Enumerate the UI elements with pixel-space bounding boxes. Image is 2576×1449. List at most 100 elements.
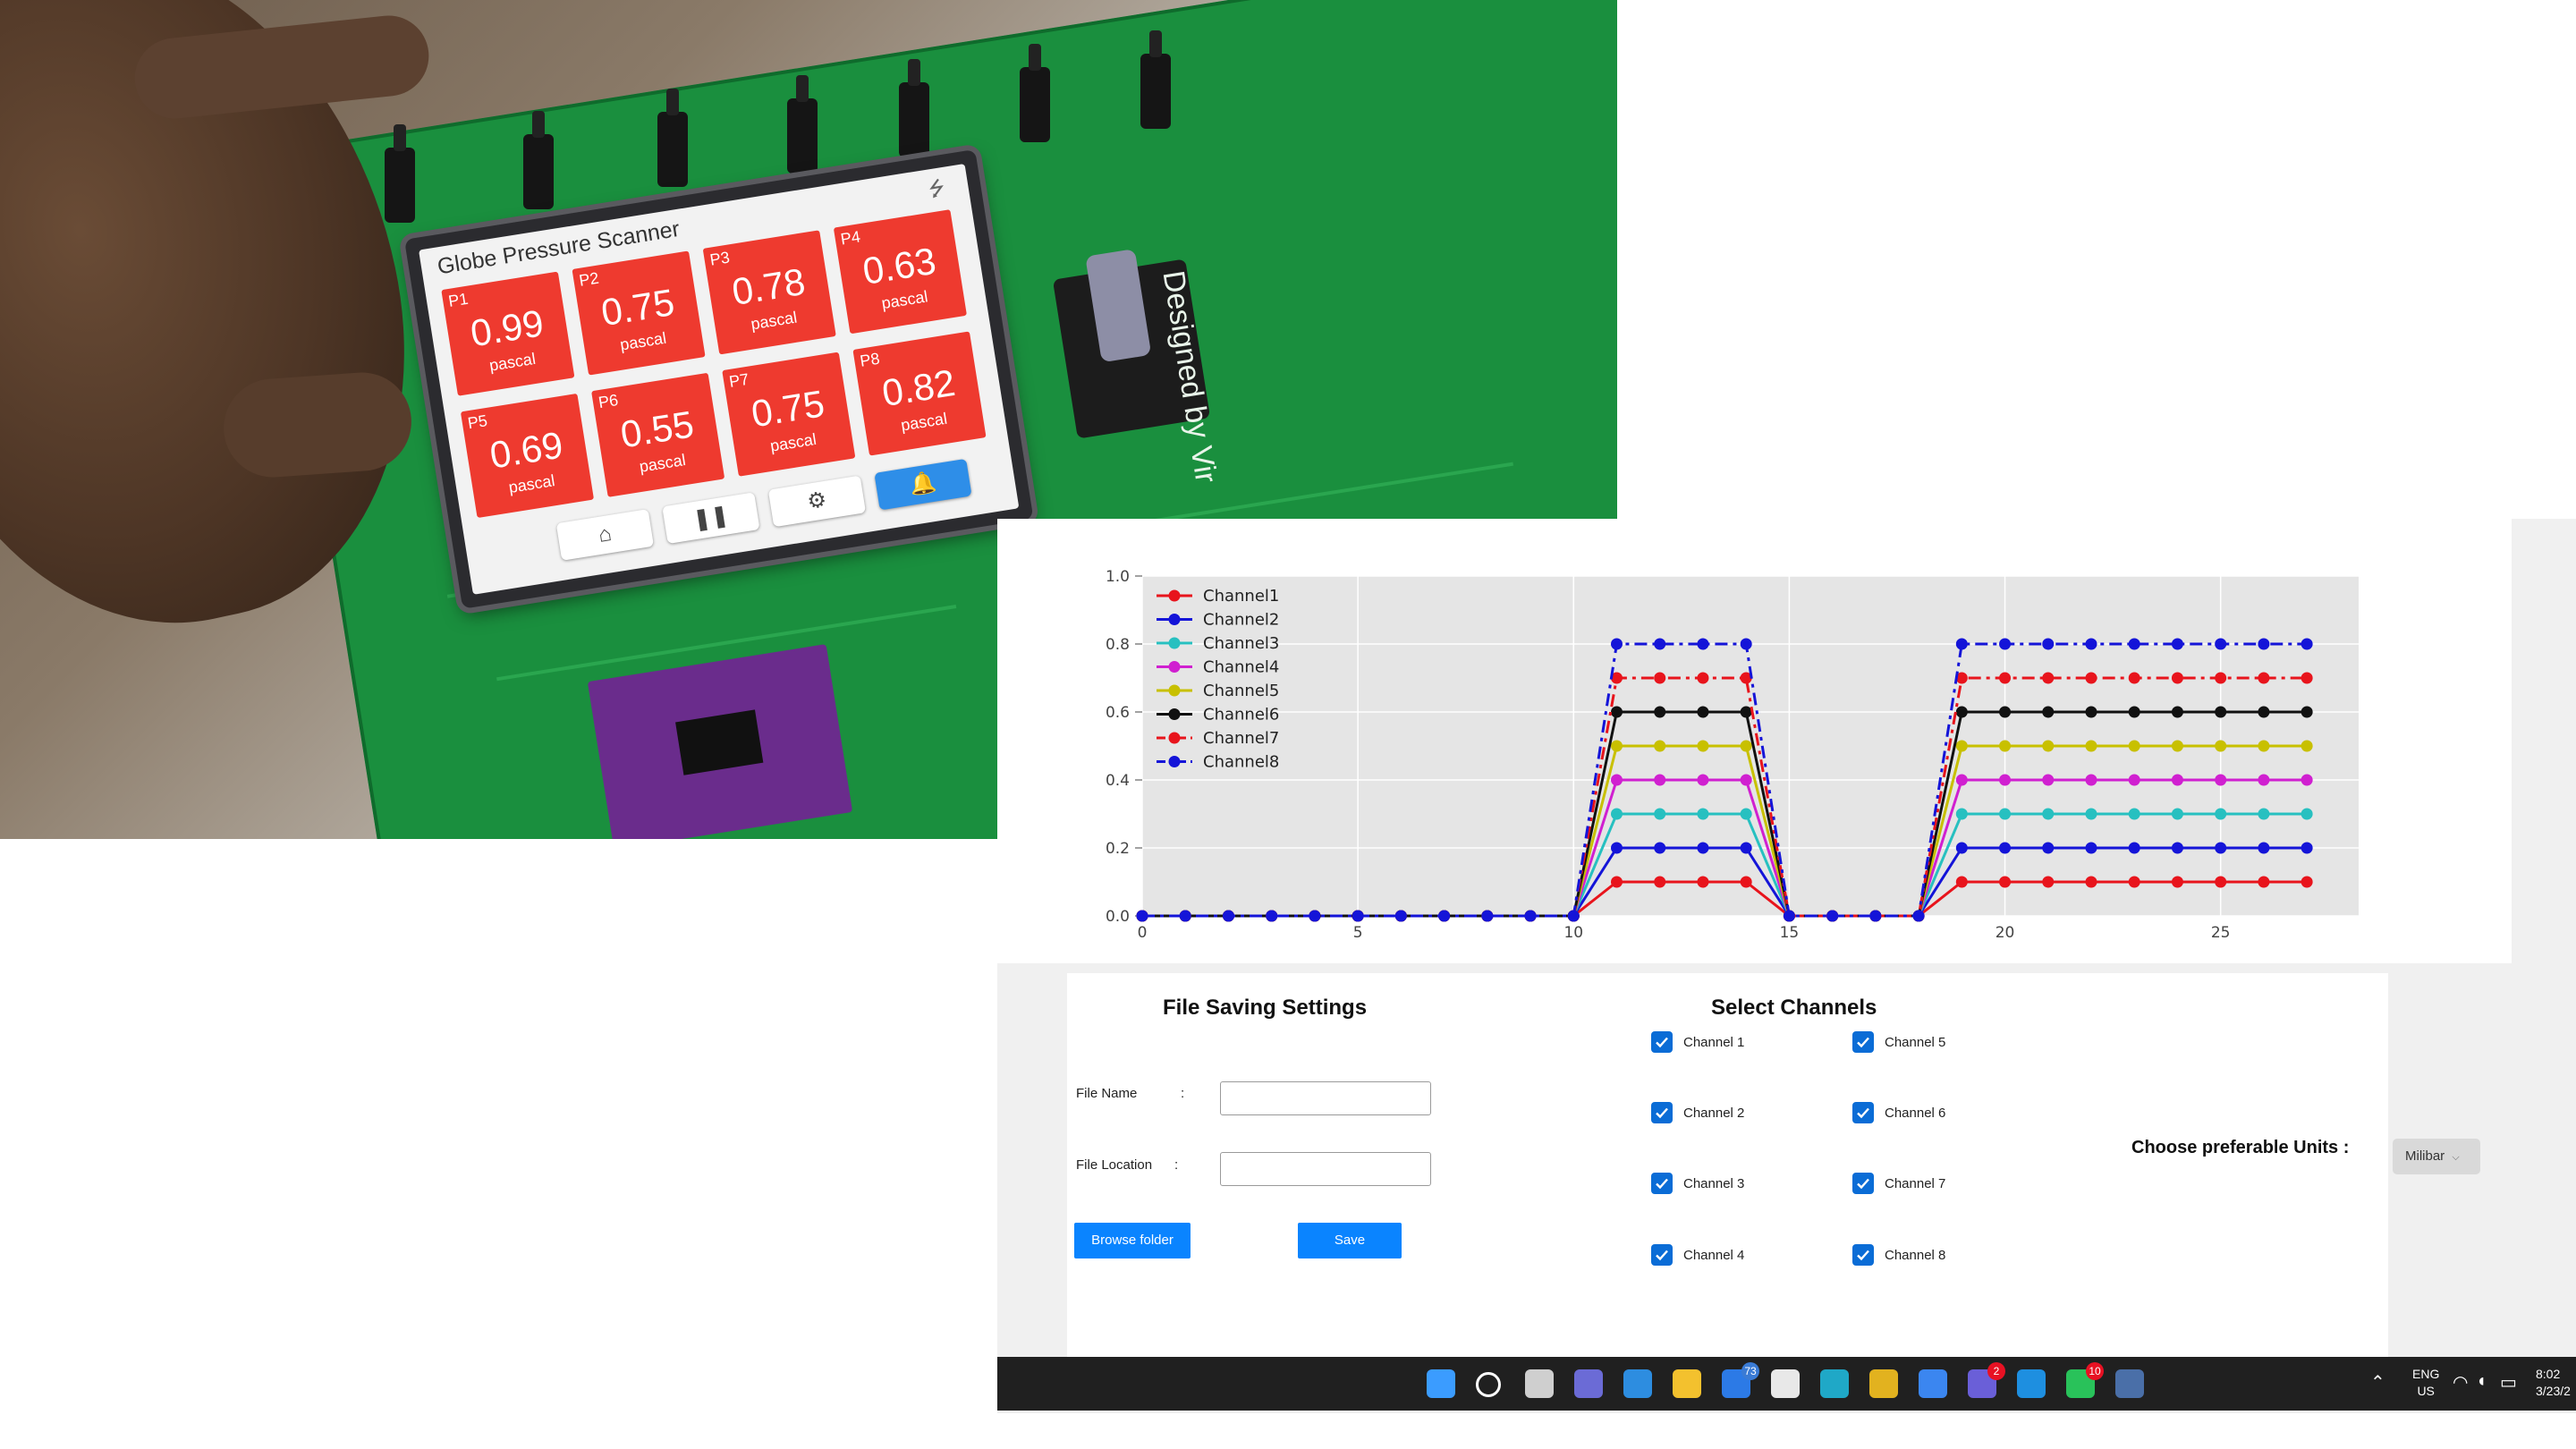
tile-label: P1 xyxy=(446,289,470,310)
data-point xyxy=(2085,842,2097,854)
y-tick-label: 0.2 xyxy=(1106,840,1130,858)
data-point xyxy=(1955,876,1968,888)
units-selected-value: Milibar xyxy=(2405,1148,2445,1164)
data-point xyxy=(2128,774,2140,786)
task-view-icon[interactable] xyxy=(1525,1369,1554,1398)
data-point xyxy=(2258,808,2270,820)
notification-badge: 2 xyxy=(1987,1362,2005,1380)
save-button[interactable]: Save xyxy=(1298,1223,1402,1258)
data-point xyxy=(1610,808,1623,820)
channel-4-checkbox[interactable]: Channel 4 xyxy=(1651,1244,1744,1266)
edge-icon[interactable] xyxy=(1820,1369,1849,1398)
checkbox-checked-icon[interactable] xyxy=(1651,1244,1673,1266)
x-tick-label: 5 xyxy=(1353,924,1363,942)
checkbox-checked-icon[interactable] xyxy=(1852,1173,1874,1194)
data-point xyxy=(2258,774,2270,786)
data-point xyxy=(2215,808,2227,820)
pressure-tile: P3 0.78 pascal xyxy=(702,230,836,355)
battery-icon[interactable]: ▭ xyxy=(2500,1371,2517,1394)
notes-icon[interactable]: 73 xyxy=(1722,1362,1759,1398)
channel-line-chart: 0 5 10 15 20 25 0.0 0.2 0.4 0.6 0.8 1.0 Channel1 Chan… xyxy=(1106,568,2359,942)
x-tick-label: 25 xyxy=(2211,924,2231,942)
data-point xyxy=(2085,638,2097,650)
legend-marker xyxy=(1168,756,1181,767)
notification-badge: 73 xyxy=(1741,1362,1759,1380)
start-icon[interactable] xyxy=(1427,1369,1455,1398)
mail-icon[interactable] xyxy=(1623,1369,1652,1398)
data-point xyxy=(1654,808,1666,820)
data-point xyxy=(2301,876,2313,888)
data-point xyxy=(2258,638,2270,650)
file-name-label: File Name xyxy=(1076,1086,1138,1101)
pressure-sensor-port xyxy=(899,59,929,157)
tile-label: P3 xyxy=(708,248,732,269)
data-point xyxy=(1352,910,1364,922)
data-point xyxy=(2171,876,2183,888)
volume-icon[interactable]: ◖ xyxy=(2476,1371,2487,1392)
teams-icon[interactable]: 2 xyxy=(1968,1362,2005,1398)
checkbox-checked-icon[interactable] xyxy=(1651,1173,1673,1194)
file-location-input[interactable] xyxy=(1220,1152,1431,1186)
checkbox-checked-icon[interactable] xyxy=(1852,1244,1874,1266)
legend-marker xyxy=(1168,589,1181,602)
channel-label: Channel 6 xyxy=(1885,1105,1946,1121)
data-point xyxy=(2128,876,2140,888)
data-point xyxy=(2301,740,2313,752)
browse-folder-button[interactable]: Browse folder xyxy=(1074,1223,1191,1258)
data-point xyxy=(1697,774,1709,786)
vscode-icon[interactable] xyxy=(2017,1369,2046,1398)
language-indicator[interactable]: ENG US xyxy=(2412,1366,2439,1400)
tile-label: P6 xyxy=(597,390,620,412)
data-point xyxy=(2258,740,2270,752)
file-explorer-icon[interactable] xyxy=(1673,1369,1701,1398)
data-point xyxy=(2301,672,2313,684)
channel-7-checkbox[interactable]: Channel 7 xyxy=(1852,1173,1945,1194)
chart-panel: 0 5 10 15 20 25 0.0 0.2 0.4 0.6 0.8 1.0 Channel1 Chan… xyxy=(997,519,2512,963)
data-point xyxy=(1999,740,2012,752)
channel-label: Channel 8 xyxy=(1885,1247,1946,1263)
channel-8-checkbox[interactable]: Channel 8 xyxy=(1852,1244,1945,1266)
checkbox-checked-icon[interactable] xyxy=(1651,1031,1673,1053)
legend-marker xyxy=(1168,684,1181,697)
data-point xyxy=(1955,774,1968,786)
checkbox-checked-icon[interactable] xyxy=(1852,1031,1874,1053)
clock[interactable]: 8:02 3/23/2 xyxy=(2536,1366,2571,1400)
chat-icon[interactable] xyxy=(1574,1369,1603,1398)
units-dropdown[interactable]: Milibar ⌵ xyxy=(2393,1139,2480,1174)
pressure-scanner-app: 0 5 10 15 20 25 0.0 0.2 0.4 0.6 0.8 1.0 Channel1 Chan… xyxy=(997,519,2576,1413)
checkbox-checked-icon[interactable] xyxy=(1852,1102,1874,1123)
channel-5-checkbox[interactable]: Channel 5 xyxy=(1852,1031,1945,1053)
todo-icon[interactable] xyxy=(1919,1369,1947,1398)
channel-1-checkbox[interactable]: Channel 1 xyxy=(1651,1031,1744,1053)
whatsapp-icon[interactable]: 10 xyxy=(2066,1362,2104,1398)
search-icon[interactable] xyxy=(1476,1372,1501,1397)
lcd-display: Globe Pressure Scanner ⭍ P1 0.99 pascal … xyxy=(419,163,1020,595)
data-point xyxy=(1266,910,1278,922)
chevron-up-icon[interactable]: ⌃ xyxy=(2370,1371,2385,1394)
python-app-icon[interactable] xyxy=(2115,1369,2144,1398)
store-icon[interactable] xyxy=(1771,1369,1800,1398)
data-point xyxy=(1740,842,1752,854)
channel-6-checkbox[interactable]: Channel 6 xyxy=(1852,1102,1945,1123)
pressure-sensor-port xyxy=(787,75,818,174)
channel-2-checkbox[interactable]: Channel 2 xyxy=(1651,1102,1744,1123)
chrome-icon[interactable] xyxy=(1869,1369,1898,1398)
data-point xyxy=(2215,842,2227,854)
clock-time: 8:02 xyxy=(2536,1367,2561,1381)
data-point xyxy=(1912,910,1925,922)
data-point xyxy=(2171,672,2183,684)
gear-icon: ⚙ xyxy=(767,475,867,528)
data-point xyxy=(2171,774,2183,786)
data-point xyxy=(1136,910,1148,922)
y-tick-label: 0.8 xyxy=(1106,636,1130,654)
file-name-input[interactable] xyxy=(1220,1081,1431,1115)
x-tick-label: 15 xyxy=(1780,924,1800,942)
channel-3-checkbox[interactable]: Channel 3 xyxy=(1651,1173,1744,1194)
data-point xyxy=(1999,774,2012,786)
checkbox-checked-icon[interactable] xyxy=(1651,1102,1673,1123)
wifi-icon[interactable]: ◠ xyxy=(2453,1371,2468,1394)
data-point xyxy=(1697,808,1709,820)
data-point xyxy=(1697,876,1709,888)
pressure-sensor-port xyxy=(1140,30,1171,129)
data-point xyxy=(1654,638,1666,650)
